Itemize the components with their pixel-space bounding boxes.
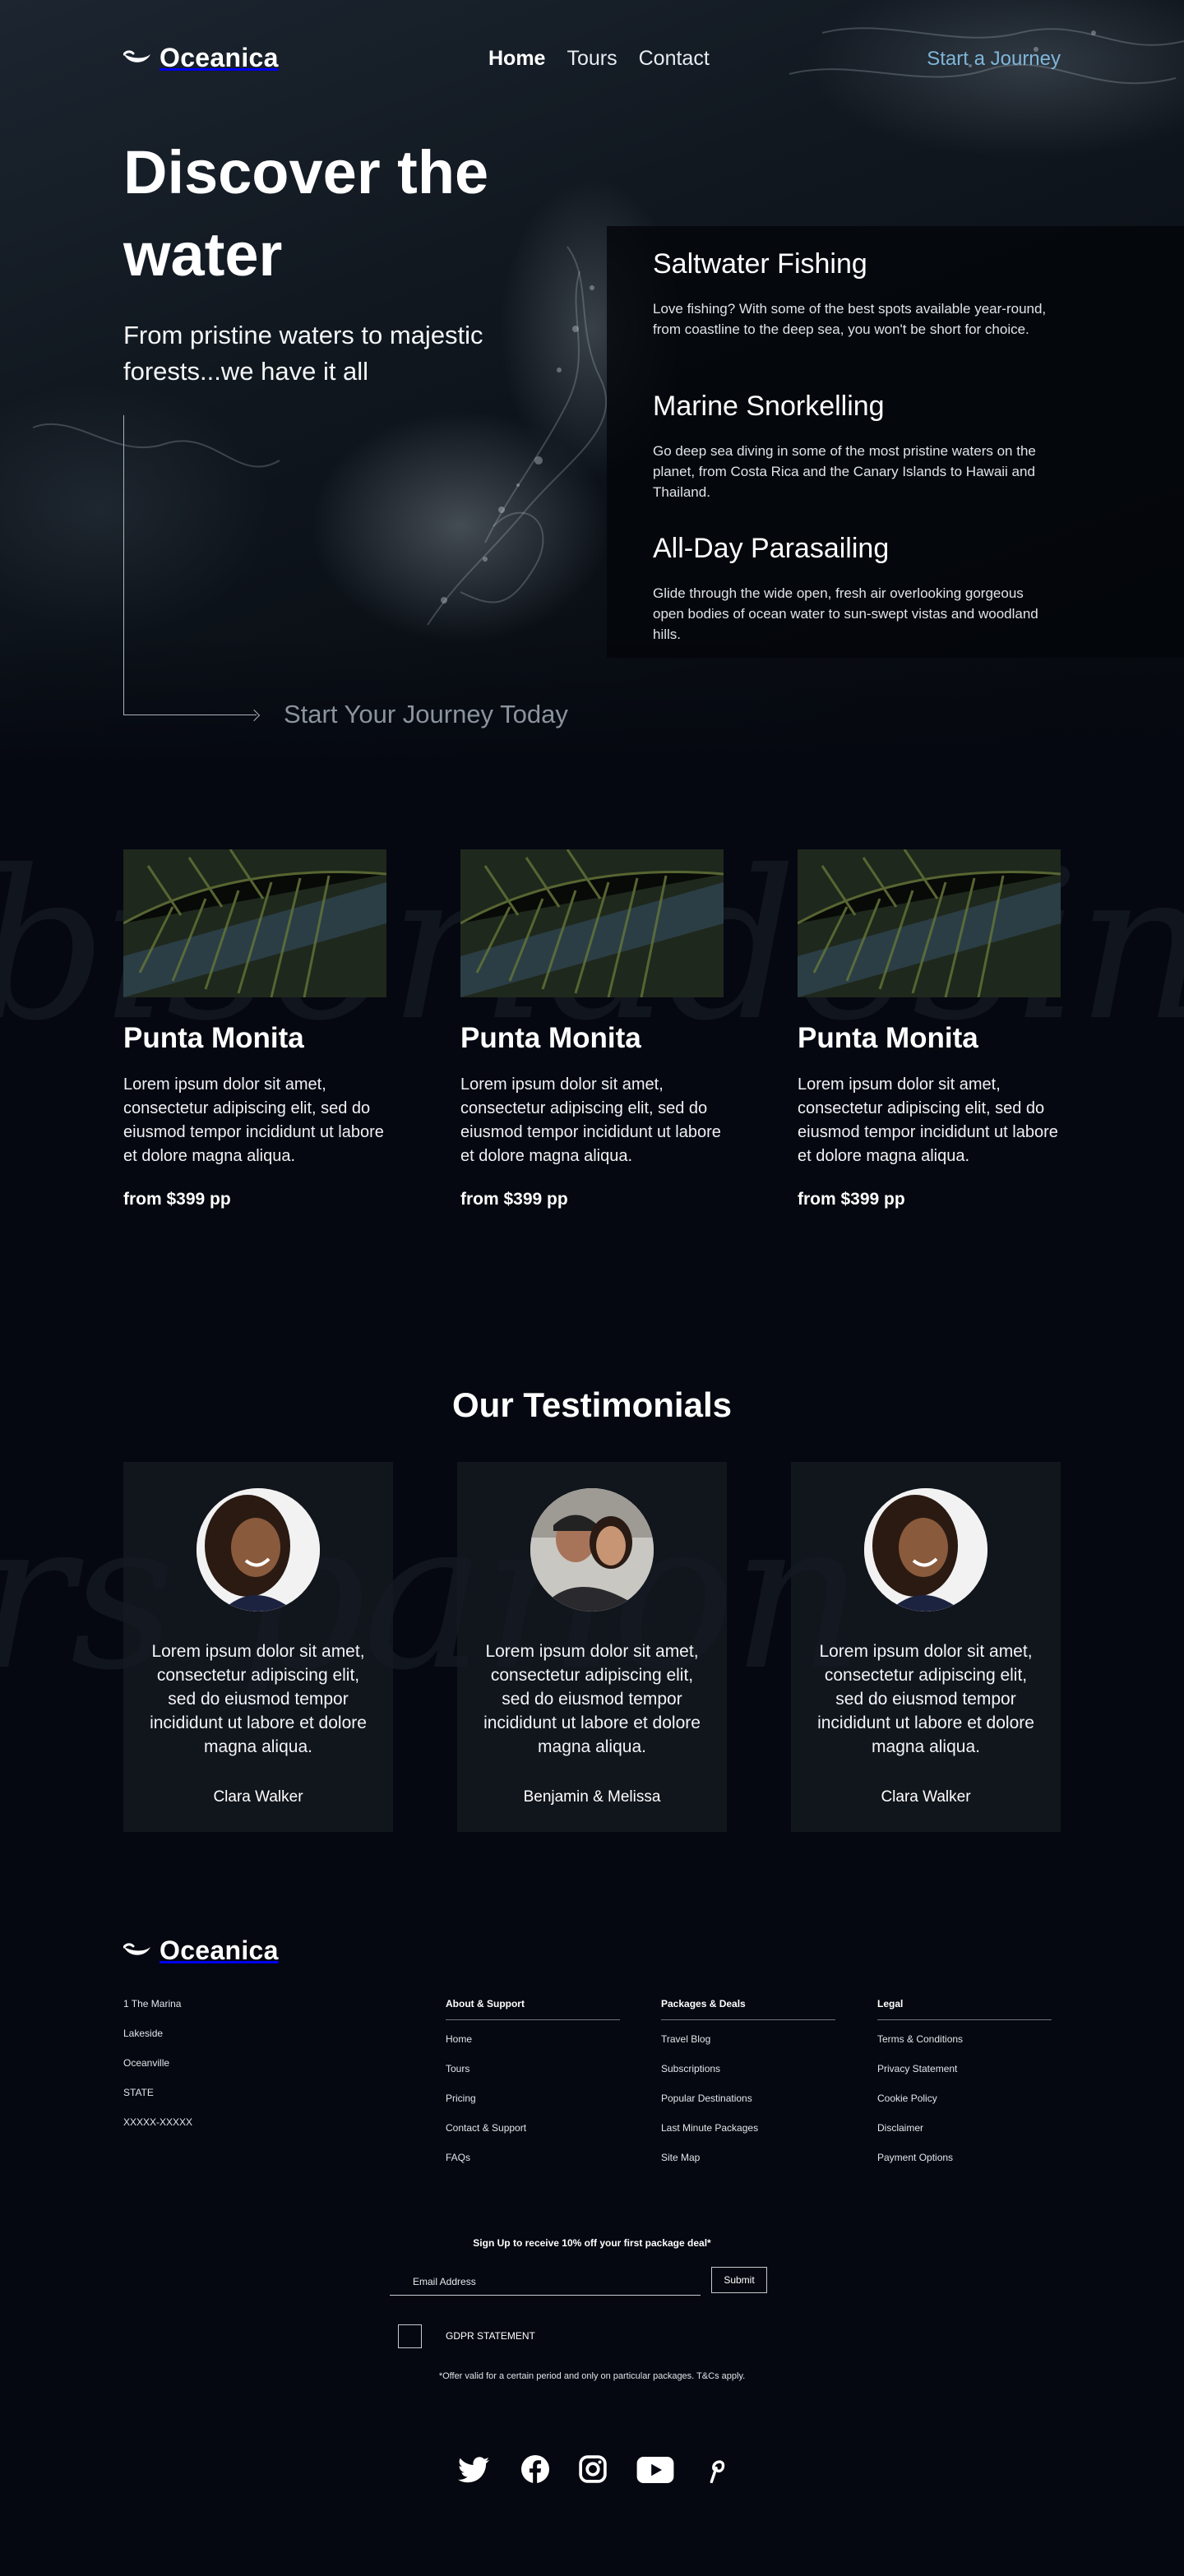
main-nav: Oceanica Home Tours Contact Start a Jour… <box>123 43 1061 76</box>
footer-link[interactable]: Disclaimer <box>877 2117 1052 2147</box>
address-line: Lakeside <box>123 2028 164 2039</box>
nav-link-tours[interactable]: Tours <box>567 47 617 71</box>
pinterest-icon[interactable] <box>705 2455 727 2487</box>
footer-link[interactable]: Site Map <box>661 2147 835 2176</box>
logo[interactable]: Oceanica <box>123 43 279 73</box>
youtube-icon[interactable] <box>636 2457 674 2487</box>
testimonial-name: Benjamin & Melissa <box>523 1788 661 1806</box>
tour-card[interactable]: Punta Monita Lorem ipsum dolor sit amet,… <box>798 849 1061 1209</box>
footer-column-heading: About & Support <box>446 1998 620 2020</box>
testimonial-text: Lorem ipsum dolor sit amet, consectetur … <box>150 1642 367 1756</box>
palm-leaves-image <box>798 849 1061 997</box>
footer-link[interactable]: Home <box>446 2028 620 2058</box>
testimonial-card: Lorem ipsum dolor sit amet, consectetur … <box>123 1462 393 1832</box>
testimonial-name: Clara Walker <box>213 1788 303 1806</box>
nav-link-home[interactable]: Home <box>488 47 545 71</box>
address-line: STATE <box>123 2087 154 2098</box>
footer-logo[interactable]: Oceanica <box>123 1935 279 1966</box>
facebook-icon[interactable] <box>521 2455 549 2487</box>
testimonial-card: Lorem ipsum dolor sit amet, consectetur … <box>791 1462 1061 1832</box>
instagram-icon[interactable] <box>579 2455 607 2487</box>
feature-text: Go deep sea diving in some of the most p… <box>653 443 1036 500</box>
avatar <box>530 1488 654 1612</box>
footer-link[interactable]: FAQs <box>446 2147 620 2176</box>
hero-title: Discover the water <box>123 138 489 289</box>
email-input[interactable] <box>390 2268 701 2296</box>
nav-links: Home Tours Contact <box>488 47 710 71</box>
hero-arrow-decoration <box>123 415 257 715</box>
twitter-icon[interactable] <box>458 2457 489 2487</box>
feature-marine-snorkelling: Marine Snorkelling Go deep sea diving in… <box>653 391 1056 502</box>
footer-column-heading: Legal <box>877 1998 1052 2020</box>
hero-subtitle: From pristine waters to majestic forests… <box>123 321 483 386</box>
tour-title: Punta Monita <box>123 1022 304 1054</box>
footer-link[interactable]: Payment Options <box>877 2147 1052 2176</box>
address-line: Oceanville <box>123 2057 170 2069</box>
feature-title: Marine Snorkelling <box>653 391 885 422</box>
footer-link[interactable]: Subscriptions <box>661 2058 835 2088</box>
footer-column-heading: Packages & Deals <box>661 1998 835 2020</box>
footer-link[interactable]: Last Minute Packages <box>661 2117 835 2147</box>
tour-price: from $399 pp <box>798 1190 905 1209</box>
footer-link[interactable]: Contact & Support <box>446 2117 620 2147</box>
footer-link[interactable]: Cookie Policy <box>877 2088 1052 2117</box>
footer-column-legal: Legal Terms & Conditions Privacy Stateme… <box>877 1998 1052 2176</box>
testimonial-text: Lorem ipsum dolor sit amet, consectetur … <box>483 1642 701 1756</box>
testimonials-heading: Our Testimonials <box>452 1385 732 1424</box>
submit-button[interactable]: Submit <box>711 2267 767 2293</box>
footer-link[interactable]: Privacy Statement <box>877 2058 1052 2088</box>
footer-link[interactable]: Pricing <box>446 2088 620 2117</box>
start-journey-button[interactable]: Start a Journey <box>927 48 1061 71</box>
feature-title: Saltwater Fishing <box>653 248 867 280</box>
tour-title: Punta Monita <box>798 1022 978 1054</box>
tour-description: Lorem ipsum dolor sit amet, consectetur … <box>123 1075 384 1165</box>
social-links <box>0 2455 1184 2488</box>
wave-logo-icon <box>123 1942 150 1955</box>
tour-price: from $399 pp <box>460 1190 568 1209</box>
avatar <box>864 1488 987 1612</box>
tour-price: from $399 pp <box>123 1190 231 1209</box>
tours-section: Punta Monita Lorem ipsum dolor sit amet,… <box>123 849 1061 1236</box>
logo-text: Oceanica <box>160 43 279 72</box>
gdpr-checkbox[interactable] <box>398 2324 422 2348</box>
gdpr-label: GDPR STATEMENT <box>446 2330 535 2342</box>
footer-link[interactable]: Popular Destinations <box>661 2088 835 2117</box>
palm-leaves-image <box>123 849 386 997</box>
start-your-journey-link[interactable]: Start Your Journey Today <box>284 700 568 729</box>
feature-title: All-Day Parasailing <box>653 533 890 564</box>
footer-column-packages-deals: Packages & Deals Travel Blog Subscriptio… <box>661 1998 835 2176</box>
tour-description: Lorem ipsum dolor sit amet, consectetur … <box>460 1075 721 1165</box>
footer-link[interactable]: Tours <box>446 2058 620 2088</box>
feature-text: Love fishing? With some of the best spot… <box>653 301 1047 337</box>
feature-all-day-parasailing: All-Day Parasailing Glide through the wi… <box>653 533 1056 645</box>
footer-column-about-support: About & Support Home Tours Pricing Conta… <box>446 1998 620 2176</box>
tour-card[interactable]: Punta Monita Lorem ipsum dolor sit amet,… <box>123 849 386 1209</box>
testimonial-card: Lorem ipsum dolor sit amet, consectetur … <box>457 1462 727 1832</box>
features-panel: Saltwater Fishing Love fishing? With som… <box>607 226 1184 658</box>
feature-text: Glide through the wide open, fresh air o… <box>653 585 1038 642</box>
tour-card[interactable]: Punta Monita Lorem ipsum dolor sit amet,… <box>460 849 724 1209</box>
footer-link[interactable]: Travel Blog <box>661 2028 835 2058</box>
address-line: XXXXX-XXXXX <box>123 2116 193 2128</box>
offer-disclaimer: *Offer valid for a certain period and on… <box>438 2371 746 2381</box>
feature-saltwater-fishing: Saltwater Fishing Love fishing? With som… <box>653 248 1056 340</box>
nav-link-contact[interactable]: Contact <box>639 47 710 71</box>
testimonial-text: Lorem ipsum dolor sit amet, consectetur … <box>817 1642 1034 1756</box>
tour-description: Lorem ipsum dolor sit amet, consectetur … <box>798 1075 1058 1165</box>
palm-leaves-image <box>460 849 724 997</box>
signup-label: Sign Up to receive 10% off your first pa… <box>473 2237 711 2249</box>
footer-address: 1 The Marina Lakeside Oceanville STATE X… <box>123 1998 192 2146</box>
tour-title: Punta Monita <box>460 1022 641 1054</box>
address-line: 1 The Marina <box>123 1998 182 2009</box>
hero-section: Oceanica Home Tours Contact Start a Jour… <box>0 0 1184 769</box>
wave-logo-icon <box>123 49 150 62</box>
avatar <box>197 1488 320 1612</box>
testimonial-name: Clara Walker <box>881 1788 971 1806</box>
footer-link[interactable]: Terms & Conditions <box>877 2028 1052 2058</box>
logo-text: Oceanica <box>160 1935 279 1965</box>
